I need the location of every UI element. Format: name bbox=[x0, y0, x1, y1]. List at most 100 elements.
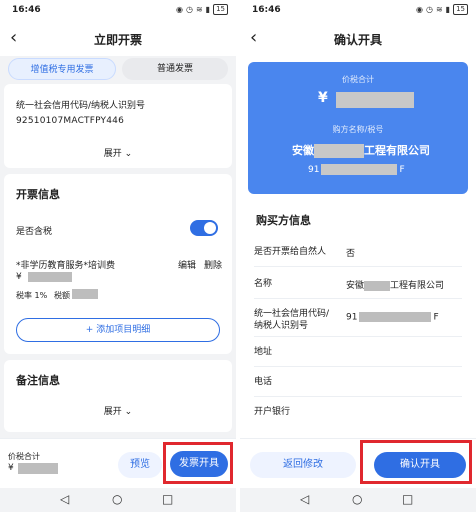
invoice-info-heading: 开票信息 bbox=[16, 188, 60, 201]
status-icons: ◉ ◷ ≋ ▮ 15 bbox=[176, 4, 228, 15]
remarks-expand-link[interactable]: 展开 ⌄ bbox=[4, 404, 232, 417]
preview-button[interactable]: 预览 bbox=[118, 452, 162, 478]
credit-code-prefix: 91 bbox=[346, 312, 358, 323]
tax-amount-redacted bbox=[72, 289, 98, 299]
highlight-box bbox=[163, 442, 233, 484]
page-title: 立即开票 bbox=[93, 33, 142, 47]
status-time: 16:46 bbox=[12, 5, 41, 15]
clock-icon: ◷ bbox=[425, 5, 433, 14]
back-triangle-icon[interactable]: ◁ bbox=[300, 492, 309, 506]
summary-tax-redacted bbox=[321, 164, 398, 175]
status-bar: 16:46 ◉ ◷ ≋ ▮ 15 bbox=[240, 0, 476, 22]
total-currency: ¥ bbox=[8, 463, 14, 473]
bank-label: 开户银行 bbox=[254, 407, 291, 417]
divider bbox=[254, 366, 462, 367]
buyer-card: 统一社会信用代码/纳税人识别号 92510107MACTFPY446 展开 ⌄ bbox=[4, 84, 232, 168]
battery-icon: 15 bbox=[453, 4, 468, 15]
credit-code-redacted bbox=[359, 312, 432, 322]
delete-item-link[interactable]: 删除 bbox=[204, 258, 222, 271]
tab-general-invoice[interactable]: 普通发票 bbox=[122, 58, 228, 80]
add-item-button[interactable]: + 添加项目明细 bbox=[16, 318, 220, 342]
summary-currency: ¥ bbox=[318, 90, 328, 106]
credit-code-label: 统一社会信用代码/纳税人识别号 bbox=[254, 309, 330, 331]
buyer-name-value: 安徽 工程有限公司 bbox=[346, 278, 444, 291]
summary-company-prefix: 安徽 bbox=[292, 144, 314, 157]
phone-label: 电话 bbox=[254, 377, 273, 387]
summary-total-redacted bbox=[336, 92, 414, 108]
edit-item-link[interactable]: 编辑 bbox=[178, 258, 196, 271]
summary-company-name: 安徽 工程有限公司 bbox=[292, 142, 430, 158]
buyer-name-prefix: 安徽 bbox=[346, 281, 365, 291]
invoice-info-card: 开票信息 是否含税 *非学历教育服务*培训费 编辑 删除 ¥ 税率 1% 税额 … bbox=[4, 174, 232, 354]
recent-square-icon[interactable]: □ bbox=[402, 492, 413, 506]
remarks-expand-label: 展开 bbox=[103, 407, 122, 417]
credit-code-label: 统一社会信用代码/纳税人识别号 bbox=[16, 101, 146, 111]
tab-vat-special-invoice[interactable]: 增值税专用发票 bbox=[8, 58, 116, 80]
home-circle-icon[interactable]: ○ bbox=[352, 492, 362, 506]
remarks-heading: 备注信息 bbox=[16, 374, 60, 387]
wifi-icon: ≋ bbox=[435, 5, 443, 14]
item-amount-currency: ¥ bbox=[16, 272, 22, 282]
natural-person-label: 是否开票给自然人 bbox=[254, 247, 327, 257]
nav-bar: ‹ 确认开具 bbox=[240, 22, 476, 56]
buyer-info-heading: 购买方信息 bbox=[256, 214, 311, 227]
total-label: 价税合计 bbox=[8, 452, 40, 461]
item-name: *非学历教育服务*培训费 bbox=[16, 261, 116, 271]
back-triangle-icon[interactable]: ◁ bbox=[60, 492, 69, 506]
status-bar: 16:46 ◉ ◷ ≋ ▮ 15 bbox=[0, 0, 236, 22]
back-to-edit-button[interactable]: 返回修改 bbox=[250, 452, 356, 478]
highlight-box bbox=[360, 440, 472, 484]
signal-icon: ▮ bbox=[205, 5, 211, 14]
divider bbox=[254, 298, 462, 299]
status-time: 16:46 bbox=[252, 5, 281, 15]
invoice-issue-screen: 16:46 ◉ ◷ ≋ ▮ 15 ‹ 立即开票 增值税专用发票 普通发票 统一社… bbox=[0, 0, 236, 512]
address-label: 地址 bbox=[254, 347, 273, 357]
home-circle-icon[interactable]: ○ bbox=[112, 492, 122, 506]
buyer-expand-link[interactable]: 展开 ⌄ bbox=[4, 146, 232, 159]
summary-company-suffix: 工程有限公司 bbox=[364, 144, 430, 157]
signal-icon: ▮ bbox=[445, 5, 451, 14]
natural-person-value: 否 bbox=[346, 249, 356, 259]
invoice-type-tabs: 增值税专用发票 普通发票 bbox=[8, 58, 228, 80]
credit-code-value: 92510107MACTFPY446 bbox=[16, 116, 125, 126]
system-nav-bar: ◁ ○ □ bbox=[0, 488, 236, 512]
summary-tax-prefix: 91 bbox=[308, 165, 320, 175]
summary-tax-suffix: F bbox=[399, 165, 405, 175]
tax-included-label: 是否含税 bbox=[16, 227, 53, 237]
clock-icon: ◷ bbox=[185, 5, 193, 14]
summary-card: 价税合计 ¥ 购方名称/税号 安徽 工程有限公司 91 F bbox=[248, 62, 468, 194]
confirm-issue-screen: 16:46 ◉ ◷ ≋ ▮ 15 ‹ 确认开具 价税合计 ¥ 购方名称/税号 安… bbox=[240, 0, 476, 512]
tax-amount-label: 税额 bbox=[54, 291, 70, 300]
credit-code-value: 91 F bbox=[346, 312, 439, 323]
bottom-action-bar: 价税合计 ¥ 预览 发票开具 bbox=[0, 438, 236, 488]
battery-icon: 15 bbox=[213, 4, 228, 15]
divider bbox=[254, 266, 462, 267]
eye-icon: ◉ bbox=[176, 5, 183, 14]
buyer-name-label: 名称 bbox=[254, 279, 273, 289]
chevron-down-icon: ⌄ bbox=[124, 407, 133, 417]
buyer-name-suffix: 工程有限公司 bbox=[390, 281, 445, 291]
item-amount-redacted bbox=[28, 272, 72, 282]
tax-rate: 税率 1% bbox=[16, 291, 48, 300]
page-title: 确认开具 bbox=[333, 33, 382, 47]
tax-included-toggle[interactable] bbox=[190, 220, 218, 236]
status-icons: ◉ ◷ ≋ ▮ 15 bbox=[416, 4, 468, 15]
total-amount-redacted bbox=[18, 463, 58, 474]
buyer-name-redacted bbox=[364, 280, 391, 291]
summary-total-label: 价税合计 bbox=[342, 75, 374, 84]
credit-code-suffix: F bbox=[433, 312, 439, 323]
buyer-expand-label: 展开 bbox=[103, 149, 122, 159]
nav-bar: ‹ 立即开票 bbox=[0, 22, 236, 56]
summary-company-redacted bbox=[314, 144, 364, 158]
wifi-icon: ≋ bbox=[195, 5, 203, 14]
summary-tax-id: 91 F bbox=[308, 164, 405, 175]
bottom-action-bar: 返回修改 确认开具 bbox=[240, 438, 476, 488]
recent-square-icon[interactable]: □ bbox=[162, 492, 173, 506]
chevron-down-icon: ⌄ bbox=[124, 149, 133, 159]
divider bbox=[254, 396, 462, 397]
summary-buyer-label: 购方名称/税号 bbox=[332, 125, 384, 134]
divider bbox=[254, 336, 462, 337]
eye-icon: ◉ bbox=[416, 5, 423, 14]
remarks-card: 备注信息 展开 ⌄ bbox=[4, 360, 232, 432]
system-nav-bar: ◁ ○ □ bbox=[240, 488, 476, 512]
